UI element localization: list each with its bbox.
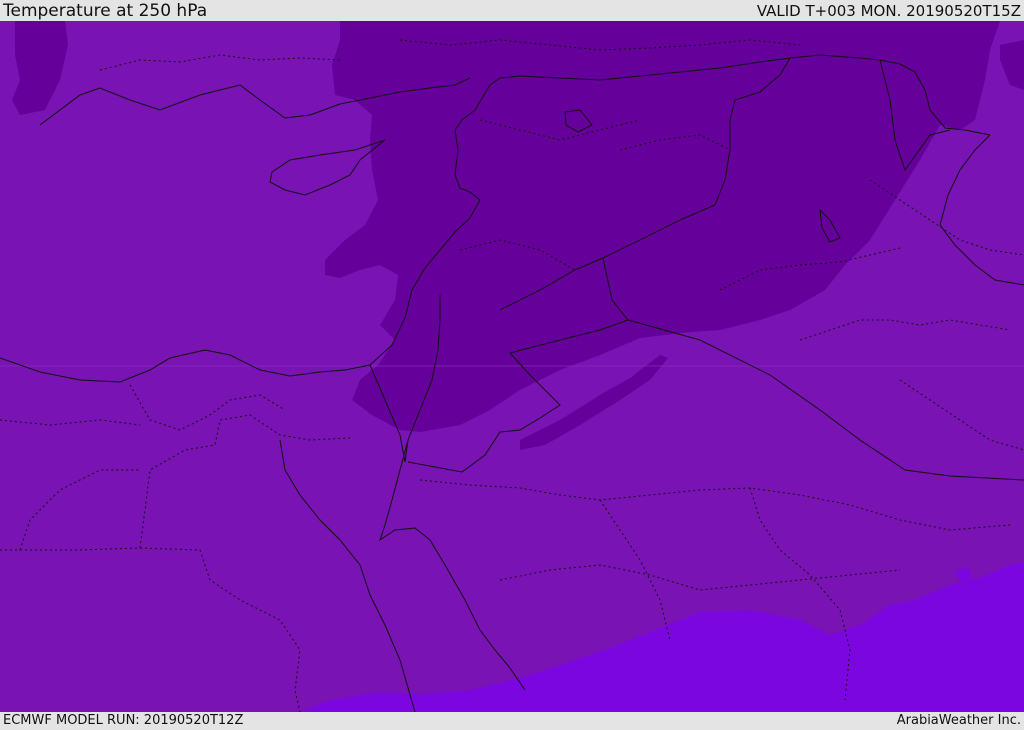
map-title: Temperature at 250 hPa: [3, 1, 208, 21]
temperature-field-map: [0, 21, 1024, 712]
valid-time-label: VALID T+003 MON. 20190520T15Z: [756, 2, 1021, 20]
credit-label: ArabiaWeather Inc.: [896, 713, 1021, 728]
model-run-label: ECMWF MODEL RUN: 20190520T12Z: [3, 713, 244, 728]
footer-bar: ECMWF MODEL RUN: 20190520T12Z ArabiaWeat…: [0, 712, 1024, 729]
header-bar: Temperature at 250 hPa VALID T+003 MON. …: [0, 2, 1024, 21]
weather-map: [0, 21, 1024, 712]
